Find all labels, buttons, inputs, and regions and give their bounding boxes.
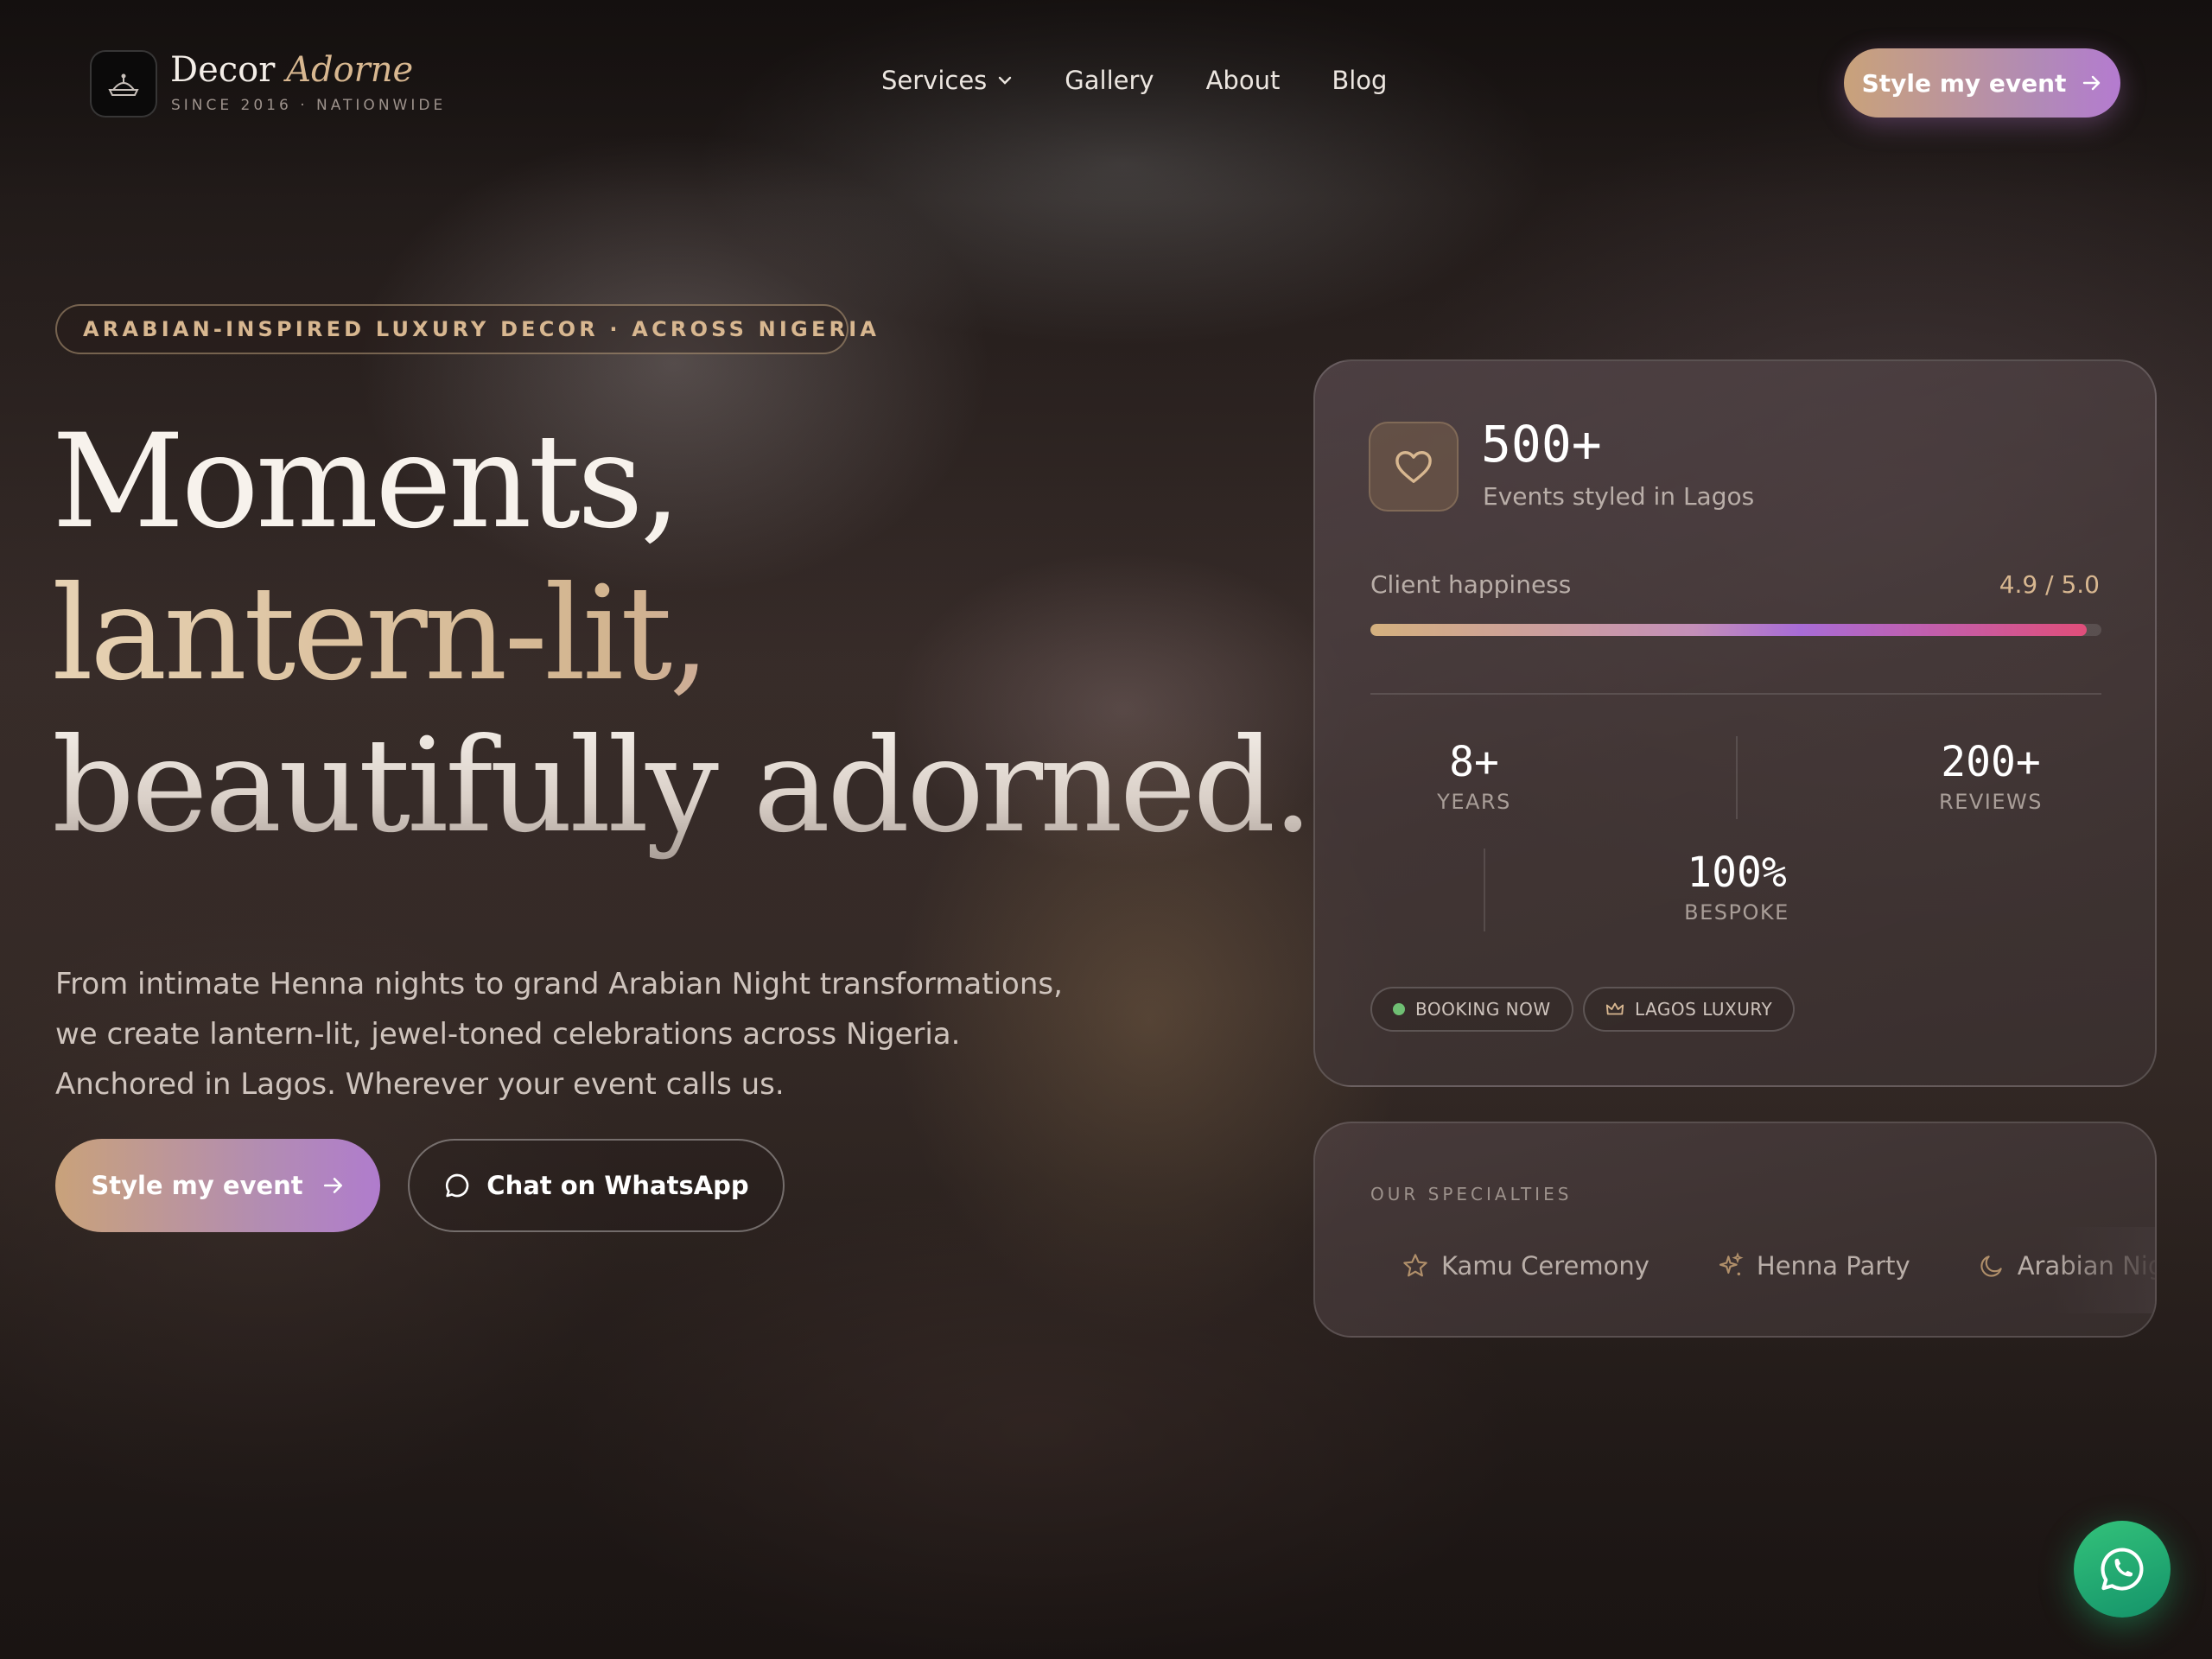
brand-name-main: Decor <box>170 50 276 90</box>
hero-headline: Moments, lantern-lit, beautifully adorne… <box>52 406 1313 862</box>
nav-item-gallery[interactable]: Gallery <box>1065 66 1154 95</box>
brand-logo-text[interactable]: Decor Adorne <box>170 50 413 90</box>
stat-label: BESPOKE <box>1684 900 1789 925</box>
sparkle-icon <box>1719 1252 1744 1276</box>
booking-now-chip: BOOKING NOW <box>1370 987 1573 1032</box>
hero-eyebrow-badge: ARABIAN-INSPIRED LUXURY DECOR · ACROSS N… <box>55 304 876 354</box>
arrow-right-icon <box>2083 75 2101 91</box>
chevron-down-icon <box>999 76 1012 85</box>
headline-line-1: Moments, <box>52 407 681 557</box>
client-happiness-value: 4.9 / 5.0 <box>1999 570 2100 599</box>
stat-reviews: 200+ REVIEWS <box>1887 738 2094 814</box>
brand-tagline: SINCE 2016 · NATIONWIDE <box>171 97 447 114</box>
heart-icon <box>1369 422 1459 512</box>
specialty-label: Henna Party <box>1756 1251 1910 1281</box>
top-navigation: Decor Adorne SINCE 2016 · NATIONWIDE Ser… <box>0 0 2212 164</box>
crown-icon <box>1605 1002 1624 1015</box>
badge-text: ARABIAN-INSPIRED LUXURY DECOR · ACROSS N… <box>83 317 880 341</box>
hero-description: From intimate Henna nights to grand Arab… <box>55 959 1092 1109</box>
specialties-fade-overlay <box>2051 1227 2155 1313</box>
description-line: From intimate Henna nights to grand Arab… <box>55 967 1063 1001</box>
stat-separator <box>1484 849 1485 931</box>
specialty-label: Kamu Ceremony <box>1441 1251 1649 1281</box>
stat-label: REVIEWS <box>1939 790 2043 814</box>
chat-bubble-icon <box>446 1173 469 1198</box>
specialties-card: OUR SPECIALTIES Kamu Ceremony Henna Part… <box>1313 1122 2157 1338</box>
nav-item-blog[interactable]: Blog <box>1332 66 1387 95</box>
specialties-list: Kamu Ceremony Henna Party Arabian Night <box>1402 1251 2155 1281</box>
moon-icon <box>1980 1255 2002 1277</box>
stat-value: 8+ <box>1449 738 1499 786</box>
nav-item-label: Blog <box>1332 66 1388 95</box>
description-line: Anchored in Lagos. Wherever your event c… <box>55 1067 785 1102</box>
events-count-label: Events styled in Lagos <box>1483 482 1755 511</box>
brand-name-accent: Adorne <box>286 50 414 90</box>
nav-style-my-event-button[interactable]: Style my event <box>1844 48 2120 118</box>
hero-style-my-event-button[interactable]: Style my event <box>55 1139 380 1232</box>
client-happiness-label: Client happiness <box>1370 570 1572 599</box>
specialty-kamu-ceremony[interactable]: Kamu Ceremony <box>1402 1251 1649 1281</box>
headline-line-2: lantern-lit, <box>52 558 1310 710</box>
chip-label: BOOKING NOW <box>1415 999 1551 1020</box>
stat-bespoke: 100% BESPOKE <box>1633 849 1840 925</box>
whatsapp-icon[interactable] <box>2074 1521 2171 1618</box>
card-divider <box>1370 693 2101 695</box>
nav-item-services[interactable]: Services <box>881 66 1013 95</box>
events-count: 500+ <box>1481 415 1602 474</box>
button-label: Style my event <box>91 1171 303 1200</box>
stat-label: YEARS <box>1437 790 1511 814</box>
nav-item-about[interactable]: About <box>1206 66 1281 95</box>
headline-line-3: beautifully adorned. <box>52 711 1313 861</box>
nav-item-label: About <box>1205 66 1281 95</box>
status-dot-icon <box>1393 1003 1405 1015</box>
stat-years: 8+ YEARS <box>1370 738 1578 814</box>
lagos-luxury-chip: LAGOS LUXURY <box>1583 987 1796 1032</box>
client-happiness-bar <box>1370 624 2101 636</box>
chat-on-whatsapp-button[interactable]: Chat on WhatsApp <box>408 1139 785 1232</box>
specialty-henna-party[interactable]: Henna Party <box>1717 1251 1910 1281</box>
arrow-right-icon <box>323 1178 342 1193</box>
specialties-title: OUR SPECIALTIES <box>1370 1184 1573 1205</box>
stat-separator <box>1736 736 1738 819</box>
nav-links: Services Gallery About Blog <box>881 66 1387 95</box>
button-label: Chat on WhatsApp <box>486 1171 749 1200</box>
nav-item-label: Gallery <box>1065 66 1154 95</box>
lantern-crown-icon[interactable] <box>90 50 157 118</box>
description-line: we create lantern-lit, jewel-toned celeb… <box>55 1017 961 1052</box>
star-icon <box>1403 1254 1427 1277</box>
stats-card: 500+ Events styled in Lagos Client happi… <box>1313 359 2157 1087</box>
chip-label: LAGOS LUXURY <box>1635 999 1773 1020</box>
client-happiness-bar-fill <box>1370 624 2088 636</box>
stat-value: 200+ <box>1941 738 2041 786</box>
nav-item-label: Services <box>881 66 988 95</box>
button-label: Style my event <box>1861 68 2067 98</box>
stat-value: 100% <box>1687 849 1787 897</box>
